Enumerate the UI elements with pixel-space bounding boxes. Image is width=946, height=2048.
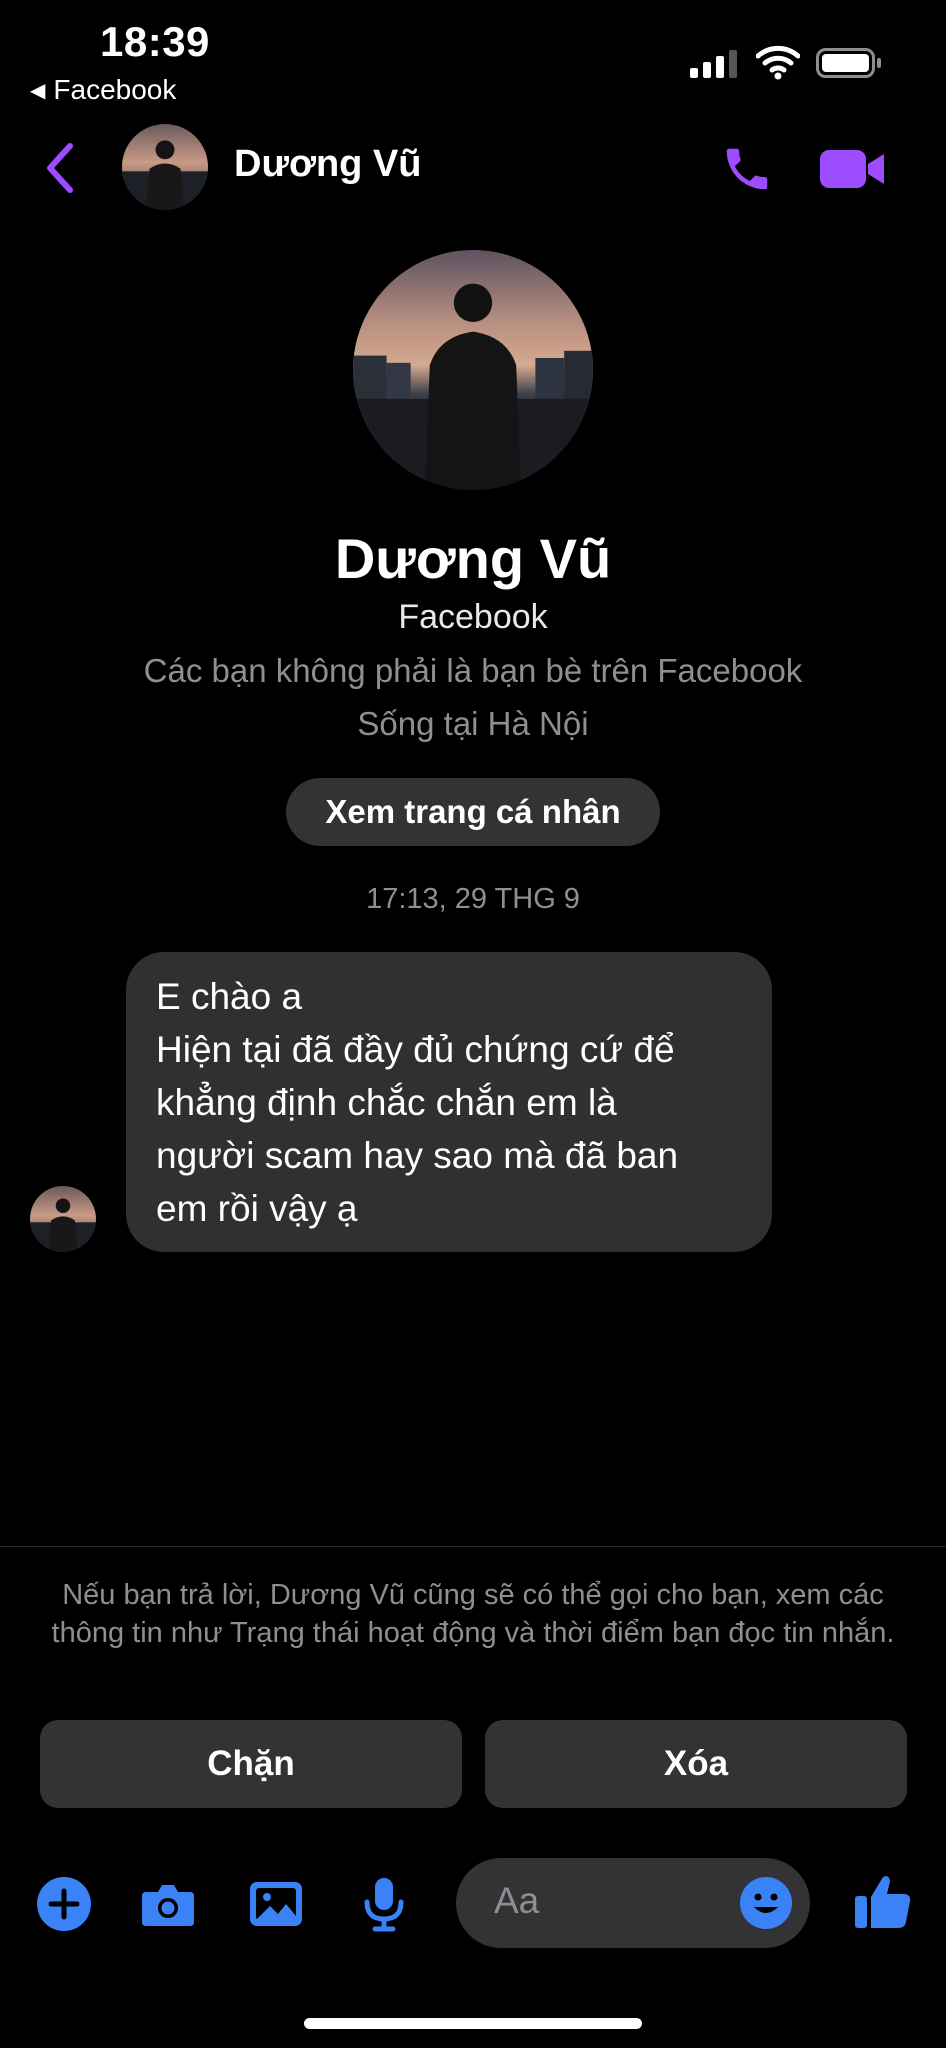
back-triangle-icon: ◀ <box>30 79 46 102</box>
microphone-icon[interactable] <box>354 1874 414 1934</box>
plus-icon[interactable] <box>34 1874 94 1934</box>
incoming-message-bubble[interactable]: E chào a Hiện tại đã đầy đủ chứng cứ để … <box>126 952 772 1252</box>
block-button[interactable]: Chặn <box>40 1720 462 1808</box>
location-line: Sống tại Hà Nội <box>357 705 589 742</box>
wifi-icon <box>756 45 800 80</box>
message-line: khẳng định chắc chắn em là <box>156 1082 617 1123</box>
profile-photo[interactable] <box>353 250 593 490</box>
contact-name[interactable]: Dương Vũ <box>234 143 422 186</box>
back-to-app-link[interactable]: ◀ Facebook <box>30 74 176 106</box>
header-avatar[interactable] <box>122 124 208 210</box>
message-input-placeholder: Aa <box>494 1880 540 1921</box>
like-icon[interactable] <box>852 1870 914 1932</box>
back-chevron-icon[interactable] <box>40 140 80 196</box>
cellular-signal-icon <box>690 48 737 78</box>
friendship-status: Các bạn không phải là bạn bè trên Facebo… <box>143 652 803 689</box>
gallery-icon[interactable] <box>246 1874 306 1934</box>
message-line: E chào a <box>156 976 303 1017</box>
profile-source: Facebook <box>398 598 548 636</box>
camera-icon[interactable] <box>138 1874 198 1934</box>
phone-call-icon[interactable] <box>720 142 774 196</box>
sender-avatar[interactable] <box>30 1186 96 1252</box>
message-line: em rồi vậy ạ <box>156 1188 358 1229</box>
message-line: người scam hay sao mà đã ban <box>156 1135 679 1176</box>
battery-icon <box>816 48 881 78</box>
emoji-icon[interactable] <box>738 1875 794 1931</box>
home-indicator <box>304 2018 642 2029</box>
view-profile-button[interactable]: Xem trang cá nhân <box>286 778 660 846</box>
video-call-icon[interactable] <box>818 146 886 192</box>
message-request-notice: Nếu bạn trả lời, Dương Vũ cũng sẽ có thể… <box>51 1579 895 1649</box>
status-time: 18:39 <box>100 18 210 65</box>
divider <box>0 1546 946 1547</box>
message-line: Hiện tại đã đầy đủ chứng cứ để <box>156 1029 675 1070</box>
message-timestamp: 17:13, 29 THG 9 <box>366 883 580 915</box>
profile-name: Dương Vũ <box>334 527 612 590</box>
delete-button[interactable]: Xóa <box>485 1720 907 1808</box>
back-app-label: Facebook <box>53 74 177 105</box>
